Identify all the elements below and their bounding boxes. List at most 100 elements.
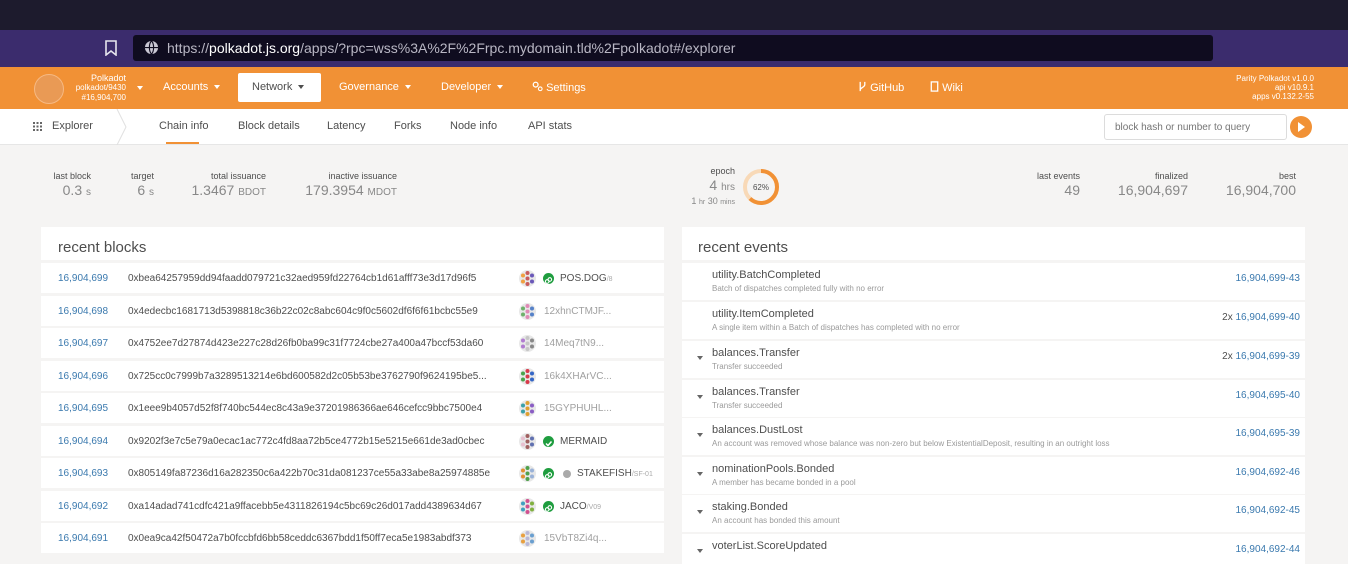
event-name: balances.Transfer <box>712 386 800 398</box>
event-name: staking.Bonded <box>712 501 788 513</box>
block-number-link[interactable]: 16,904,693 <box>58 468 108 479</box>
nav-settings[interactable]: Settings <box>532 81 586 94</box>
search-go-button[interactable] <box>1290 116 1312 138</box>
event-block-link[interactable]: 16,904,695-39 <box>1235 428 1300 439</box>
event-row[interactable]: nominationPools.Bonded A member has becam… <box>682 457 1305 494</box>
event-description: Transfer succeeded <box>712 401 783 410</box>
event-name: voterList.ScoreUpdated <box>712 540 827 552</box>
author-identicon[interactable] <box>519 302 536 320</box>
event-block-link[interactable]: 16,904,692-46 <box>1235 467 1300 478</box>
event-row[interactable]: balances.Transfer Transfer succeeded 16,90… <box>682 380 1305 417</box>
block-author[interactable]: 12xhnCTMJF... <box>544 306 611 317</box>
event-row[interactable]: utility.BatchCompleted Batch of dispatche… <box>682 263 1305 300</box>
block-author[interactable]: STAKEFISH/SF-01 <box>577 468 653 479</box>
block-number-link[interactable]: 16,904,699 <box>58 273 108 284</box>
chain-logo[interactable] <box>34 74 64 104</box>
block-hash: 0x805149fa87236d16a282350c6a422b70c31da0… <box>128 468 491 479</box>
event-row[interactable]: balances.DustLost An account was removed … <box>682 418 1305 455</box>
event-description: An account was removed whose balance was… <box>712 439 1110 448</box>
section-explorer[interactable]: Explorer <box>52 120 93 132</box>
globe-icon <box>144 40 159 55</box>
event-row[interactable]: balances.Transfer Transfer succeeded 2x 16… <box>682 341 1305 378</box>
event-count: 2x <box>1222 312 1233 323</box>
block-search-input[interactable] <box>1104 114 1287 140</box>
author-identicon[interactable] <box>519 530 536 547</box>
tab-latency[interactable]: Latency <box>327 120 366 132</box>
expand-caret-icon[interactable] <box>697 510 703 514</box>
event-name: balances.DustLost <box>712 424 803 436</box>
author-identicon[interactable] <box>519 400 536 417</box>
chain-name: Polkadot <box>90 73 126 83</box>
event-row[interactable]: voterList.ScoreUpdated 16,904,692-44 <box>682 534 1305 564</box>
author-identicon[interactable] <box>519 432 536 450</box>
event-block-link[interactable]: 16,904,699-43 <box>1235 273 1300 284</box>
chevron-down-icon[interactable] <box>137 86 143 90</box>
event-block-link[interactable]: 2x 16,904,699-40 <box>1222 312 1300 323</box>
book-icon <box>930 81 939 92</box>
event-block-link[interactable]: 2x 16,904,699-39 <box>1222 351 1300 362</box>
event-block-link[interactable]: 16,904,695-40 <box>1235 390 1300 401</box>
block-author[interactable]: POS.DOG/8 <box>560 273 613 284</box>
chevron-down-icon <box>298 85 304 89</box>
url-text: https://polkadot.js.org/apps/?rpc=wss%3A… <box>167 40 736 56</box>
event-block-link[interactable]: 16,904,692-45 <box>1235 505 1300 516</box>
block-hash: 0x725cc0c7999b7a3289513214e6bd600582d2c0… <box>128 370 487 382</box>
event-name: balances.Transfer <box>712 347 800 359</box>
block-author[interactable]: 15GYPHUHL... <box>544 403 612 414</box>
tab-api-stats[interactable]: API stats <box>528 120 572 132</box>
stat-last-events: last events 49 <box>1036 171 1080 198</box>
window-top-strip <box>0 0 1348 30</box>
author-identicon[interactable] <box>519 497 536 515</box>
stat-total-issuance: total issuance 1.3467 BDOT <box>191 171 267 198</box>
author-identicon[interactable] <box>519 335 536 352</box>
block-number-link[interactable]: 16,904,692 <box>58 501 108 512</box>
block-number-link[interactable]: 16,904,695 <box>58 403 108 414</box>
expand-caret-icon[interactable] <box>697 549 703 553</box>
block-author[interactable]: 16k4XHArVC... <box>544 371 612 382</box>
block-hash: 0xa14adad741cdfc421a9ffacebb5e4311826194… <box>128 500 482 512</box>
chain-selector[interactable]: Polkadot polkadot/9430 #16,904,700 <box>62 73 126 103</box>
active-tab-indicator <box>166 142 199 144</box>
block-row: 16,904,694 0x9202f3e7c5e79a0ecac1ac772c4f… <box>41 425 664 456</box>
gear-icon <box>532 81 543 92</box>
expand-caret-icon[interactable] <box>697 395 703 399</box>
block-number-link[interactable]: 16,904,691 <box>58 533 108 544</box>
event-row[interactable]: staking.Bonded An account has bonded this… <box>682 495 1305 532</box>
block-author[interactable]: 14Meq7tN9... <box>544 338 604 349</box>
block-row: 16,904,692 0xa14adad741cdfc421a9ffacebb5e… <box>41 490 664 521</box>
browser-url-bar: https://polkadot.js.org/apps/?rpc=wss%3A… <box>0 30 1348 67</box>
expand-caret-icon[interactable] <box>697 472 703 476</box>
tab-chain-info[interactable]: Chain info <box>159 120 209 132</box>
event-block-link[interactable]: 16,904,692-44 <box>1235 544 1300 555</box>
nav-github[interactable]: GitHub <box>858 81 904 94</box>
block-author[interactable]: MERMAID <box>560 436 607 447</box>
author-identicon[interactable] <box>519 465 536 482</box>
author-identicon[interactable] <box>519 270 536 287</box>
block-author[interactable]: 15VbT8Zi4q... <box>544 533 607 544</box>
tab-block-details[interactable]: Block details <box>238 120 300 132</box>
event-name: utility.BatchCompleted <box>712 269 821 281</box>
nav-wiki[interactable]: Wiki <box>930 81 963 94</box>
expand-caret-icon[interactable] <box>697 356 703 360</box>
author-identicon[interactable] <box>519 367 536 385</box>
grid-icon <box>33 122 42 131</box>
block-number-link[interactable]: 16,904,696 <box>58 371 108 382</box>
block-hash: 0x1eee9b4057d52f8f740bc544ec8c43a9e37201… <box>128 403 483 414</box>
block-number-link[interactable]: 16,904,694 <box>58 436 108 447</box>
bookmark-icon[interactable] <box>105 40 117 56</box>
nav-network[interactable]: Network <box>238 73 321 102</box>
tab-node-info[interactable]: Node info <box>450 120 497 132</box>
sub-nav: Explorer Chain info Block details Latenc… <box>0 109 1348 145</box>
nav-governance[interactable]: Governance <box>339 81 411 93</box>
event-count: 2x <box>1222 351 1233 362</box>
tab-forks[interactable]: Forks <box>394 120 422 132</box>
event-row[interactable]: utility.ItemCompleted A single item withi… <box>682 302 1305 339</box>
block-author[interactable]: JACO/V09 <box>560 501 601 512</box>
block-number-link[interactable]: 16,904,697 <box>58 338 108 349</box>
block-number-link[interactable]: 16,904,698 <box>58 306 108 317</box>
epoch-percent: 62% <box>753 183 769 192</box>
nav-developer[interactable]: Developer <box>441 81 504 93</box>
nav-accounts[interactable]: Accounts <box>163 81 221 93</box>
version-info: Parity Polkadot v1.0.0 api v10.9.1 apps … <box>1236 74 1314 101</box>
expand-caret-icon[interactable] <box>697 433 703 437</box>
